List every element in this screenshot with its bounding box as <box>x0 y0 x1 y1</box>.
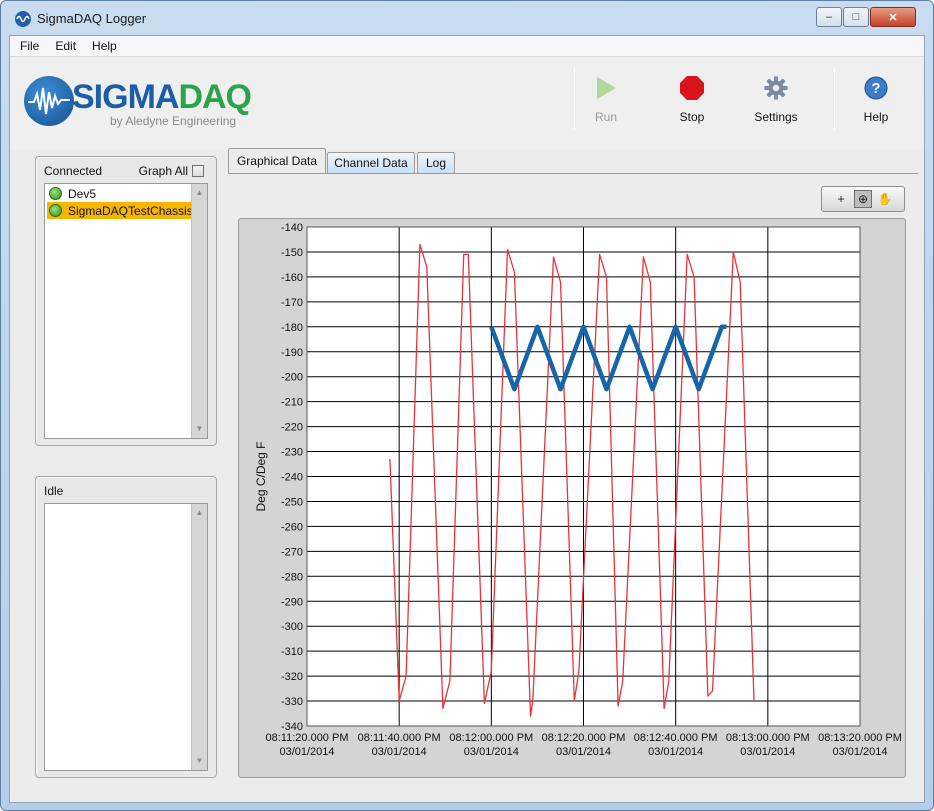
x-tick-date-label: 03/01/2014 <box>556 746 611 758</box>
x-tick-label: 08:13:00.000 PM <box>726 732 810 744</box>
y-tick-label: -320 <box>281 671 303 683</box>
tab-log[interactable]: Log <box>417 152 455 173</box>
sine-wave-logo-icon <box>24 76 74 126</box>
idle-header: Idle <box>44 484 64 498</box>
y-tick-label: -200 <box>281 372 303 384</box>
cursor-tool-icon[interactable]: + <box>832 190 850 208</box>
waveform-chart[interactable]: -140 -150 -160 -170 -180 -190 -200 -210 -220 -230… <box>239 219 907 779</box>
connected-panel: Connected Graph All Dev5 SigmaDAQTestCha… <box>35 156 217 446</box>
logo-daq-text: DAQ <box>178 78 252 116</box>
x-tick-date-label: 03/01/2014 <box>464 746 519 758</box>
app-window: SigmaDAQ Logger – □ ✕ File Edit Help SIG… <box>0 0 934 811</box>
device-label: SigmaDAQTestChassis <box>68 203 193 218</box>
x-tick-date-label: 03/01/2014 <box>648 746 703 758</box>
scroll-down-arrow-icon[interactable]: ▼ <box>192 422 207 436</box>
graph-all-label: Graph All <box>138 164 188 178</box>
sigmadaq-app-icon <box>15 11 31 27</box>
minimize-button[interactable]: – <box>816 7 842 27</box>
y-tick-label: -330 <box>281 696 303 708</box>
y-tick-label: -310 <box>281 646 303 658</box>
x-tick-label: 08:12:20.000 PM <box>542 732 626 744</box>
sigmadaq-logo: SIGMADAQ by Aledyne Engineering <box>24 76 254 132</box>
waveform-chart-frame: -140 -150 -160 -170 -180 -190 -200 -210 -220 -230… <box>238 218 906 778</box>
y-tick-label: -140 <box>281 222 303 234</box>
pan-tool-icon[interactable]: ✋ <box>876 190 894 208</box>
x-tick-label: 08:12:00.000 PM <box>449 732 533 744</box>
y-tick-label: -150 <box>281 247 303 259</box>
tab-graphical-data[interactable]: Graphical Data <box>228 148 326 173</box>
menu-edit[interactable]: Edit <box>49 39 82 53</box>
connected-device-list[interactable]: Dev5 SigmaDAQTestChassis ▲ ▼ <box>44 183 208 439</box>
toolbar: SIGMADAQ by Aledyne Engineering Run Stop <box>10 58 924 150</box>
y-axis-label: Deg C/Deg F <box>254 441 268 511</box>
run-button[interactable]: Run <box>571 76 641 136</box>
menu-help[interactable]: Help <box>86 39 123 53</box>
x-tick-date-label: 03/01/2014 <box>372 746 427 758</box>
idle-device-list[interactable]: ▲ ▼ <box>44 503 208 771</box>
settings-button[interactable]: Settings <box>741 76 811 136</box>
y-tick-label: -180 <box>281 322 303 334</box>
logo-wordmark: SIGMADAQ <box>72 78 252 117</box>
help-button-label: Help <box>863 110 889 124</box>
vertical-scrollbar[interactable]: ▲ ▼ <box>191 184 207 438</box>
y-tick-label: -250 <box>281 496 303 508</box>
graphical-data-page: + ⊕ ✋ -140 -150 -160 -170 -180 -190 -200 -210 -2… <box>228 173 918 784</box>
scroll-down-arrow-icon[interactable]: ▼ <box>192 754 207 768</box>
scroll-up-arrow-icon[interactable]: ▲ <box>192 506 207 520</box>
client-area: File Edit Help SIGMADAQ by Aledyne Engin… <box>9 35 925 803</box>
x-tick-label: 08:12:40.000 PM <box>634 732 718 744</box>
run-button-label: Run <box>594 110 617 124</box>
help-button[interactable]: ? Help <box>841 76 911 136</box>
close-button[interactable]: ✕ <box>870 7 916 27</box>
green-led-icon <box>49 187 62 200</box>
logo-subtitle: by Aledyne Engineering <box>110 114 237 128</box>
y-tick-label: -240 <box>281 472 303 484</box>
y-tick-label: -260 <box>281 521 303 533</box>
zoom-tool-icon[interactable]: ⊕ <box>854 190 872 208</box>
stop-button-label: Stop <box>679 110 705 124</box>
y-tick-label: -230 <box>281 447 303 459</box>
y-tick-label: -220 <box>281 422 303 434</box>
y-tick-label: -190 <box>281 347 303 359</box>
graph-all-control[interactable]: Graph All <box>139 164 204 178</box>
gear-icon <box>764 76 788 100</box>
green-led-icon <box>49 204 62 217</box>
title-bar[interactable]: SigmaDAQ Logger – □ ✕ <box>1 1 933 35</box>
graph-all-checkbox[interactable] <box>192 165 204 177</box>
graph-palette: + ⊕ ✋ <box>821 186 905 212</box>
play-icon <box>594 76 618 100</box>
window-title: SigmaDAQ Logger <box>37 11 147 26</box>
toolbar-separator <box>834 68 835 130</box>
y-tick-label: -210 <box>281 397 303 409</box>
scroll-up-arrow-icon[interactable]: ▲ <box>192 186 207 200</box>
x-tick-label: 08:11:20.000 PM <box>266 732 349 744</box>
y-tick-label: -270 <box>281 546 303 558</box>
device-label: Dev5 <box>68 186 97 201</box>
x-tick-date-label: 03/01/2014 <box>832 746 887 758</box>
list-item-sigmadaqtestchassis[interactable]: SigmaDAQTestChassis <box>47 202 195 219</box>
settings-button-label: Settings <box>754 110 798 124</box>
maximize-button[interactable]: □ <box>843 7 869 27</box>
list-item-dev5[interactable]: Dev5 <box>47 185 98 202</box>
logo-sigma-text: SIGMA <box>72 78 179 116</box>
x-tick-date-label: 03/01/2014 <box>740 746 795 758</box>
stop-button[interactable]: Stop <box>657 76 727 136</box>
idle-panel: Idle ▲ ▼ <box>35 476 217 778</box>
y-tick-label: -280 <box>281 571 303 583</box>
y-tick-label: -170 <box>281 297 303 309</box>
y-tick-label: -290 <box>281 596 303 608</box>
tab-channel-data[interactable]: Channel Data <box>327 152 415 173</box>
y-tick-label: -160 <box>281 272 303 284</box>
menu-bar: File Edit Help <box>10 36 924 57</box>
connected-header: Connected <box>44 164 103 178</box>
y-tick-label: -300 <box>281 621 303 633</box>
vertical-scrollbar[interactable]: ▲ ▼ <box>191 504 207 770</box>
x-tick-date-label: 03/01/2014 <box>279 746 334 758</box>
x-tick-label: 08:11:40.000 PM <box>358 732 441 744</box>
x-tick-label: 08:13:20.000 PM <box>818 732 902 744</box>
help-icon: ? <box>864 76 888 100</box>
menu-file[interactable]: File <box>14 39 45 53</box>
svg-text:?: ? <box>871 80 880 97</box>
stop-icon <box>680 76 704 100</box>
